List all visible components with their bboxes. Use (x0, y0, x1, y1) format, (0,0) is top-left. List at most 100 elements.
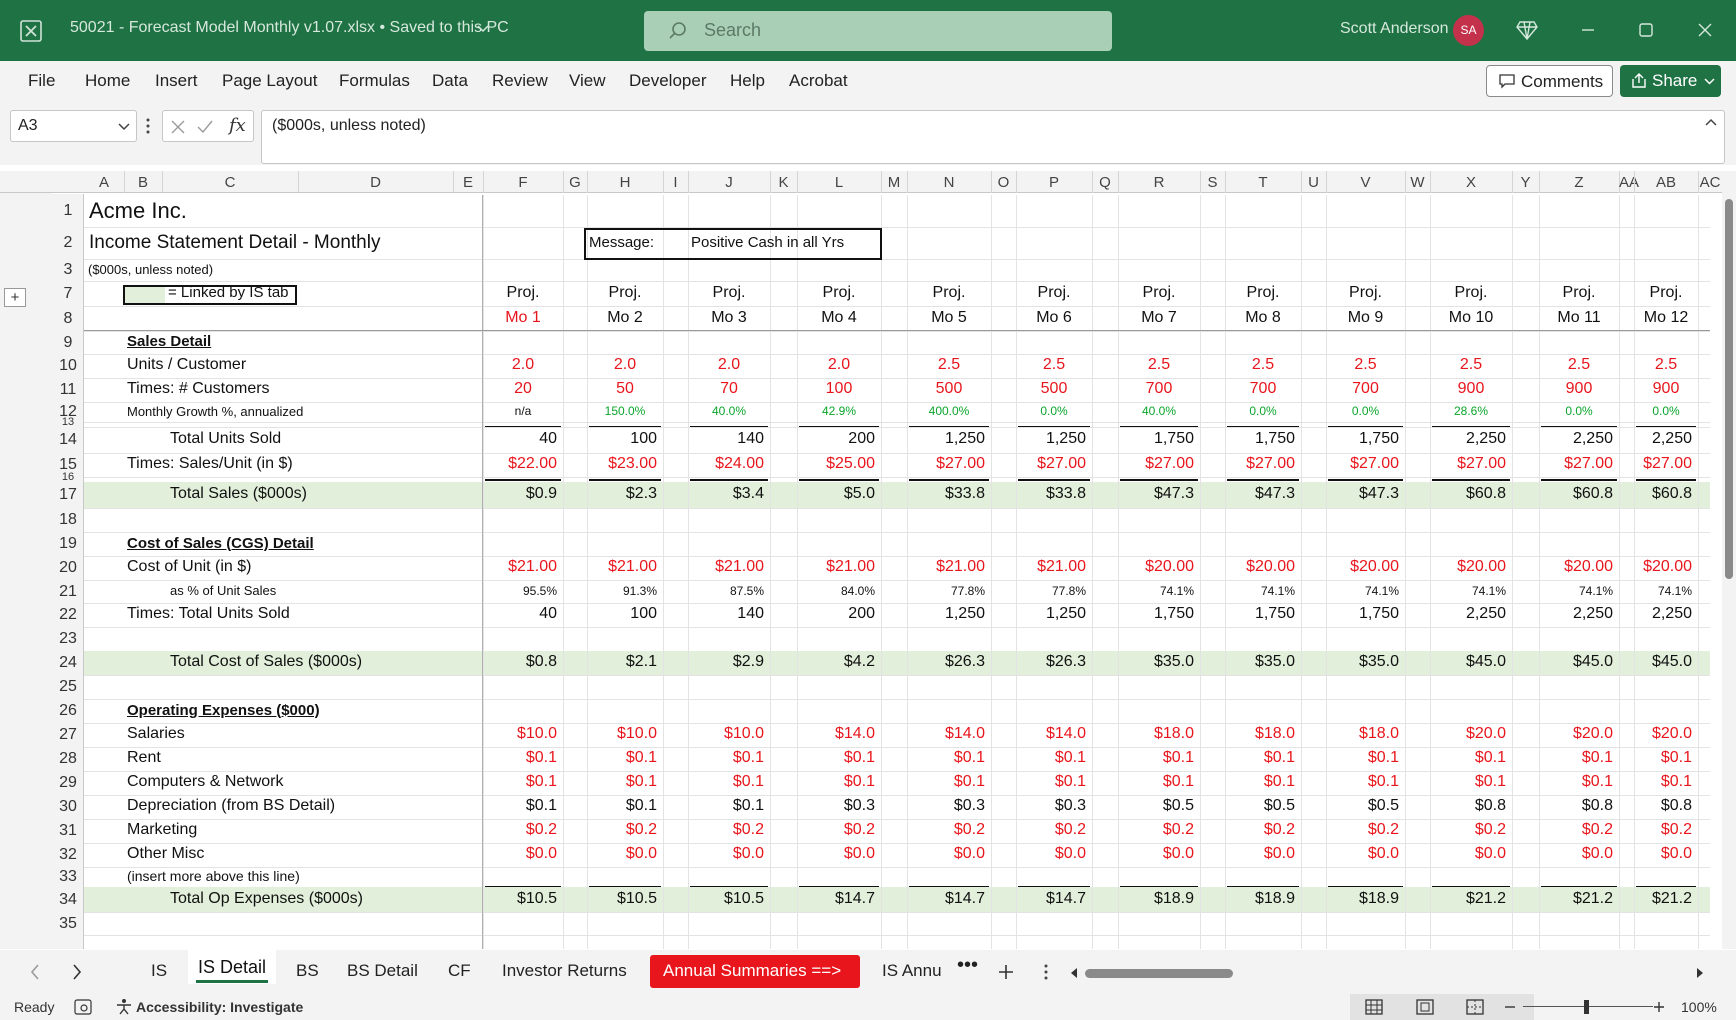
scroll-left-icon[interactable] (30, 964, 40, 980)
value-rent[interactable]: $0.1 (1328, 749, 1399, 767)
vertical-scrollbar-thumb[interactable] (1725, 199, 1733, 579)
value-units-per-customer[interactable]: 2.5 (1539, 356, 1619, 374)
column-header[interactable]: K (770, 174, 797, 191)
row-label-units-per-customer[interactable]: Units / Customer (127, 356, 487, 374)
column-header[interactable]: U (1301, 174, 1326, 191)
value-salaries[interactable]: $20.0 (1541, 725, 1613, 743)
value-times-total-units[interactable]: 140 (690, 605, 764, 623)
value-computers[interactable]: $0.1 (1227, 773, 1295, 791)
more-options-icon[interactable] (146, 118, 150, 134)
comments-button[interactable]: Comments (1486, 65, 1613, 97)
period-month-label[interactable]: Mo 4 (797, 309, 881, 327)
value-growth[interactable]: 0.0% (1326, 404, 1405, 418)
value-total-units[interactable]: 1,250 (1018, 430, 1086, 448)
period-month-label[interactable]: Mo 5 (907, 309, 991, 327)
row-header[interactable]: 7 (52, 285, 84, 303)
row-header[interactable]: 23 (52, 630, 84, 648)
value-total-sales[interactable]: $5.0 (799, 485, 875, 503)
value-cost-of-unit[interactable]: $21.00 (1018, 558, 1086, 576)
value-depreciation[interactable]: $0.5 (1227, 797, 1295, 815)
value-rent[interactable]: $0.1 (485, 749, 557, 767)
value-cost-of-unit[interactable]: $20.00 (1328, 558, 1399, 576)
row-header[interactable]: 31 (52, 822, 84, 840)
value-other-misc[interactable]: $0.0 (485, 845, 557, 863)
row-header[interactable]: 27 (52, 726, 84, 744)
value-pct-unit-sales[interactable]: 74.1% (1636, 584, 1692, 598)
column-header[interactable]: T (1225, 174, 1301, 191)
value-growth[interactable]: 0.0% (1539, 404, 1619, 418)
value-marketing[interactable]: $0.2 (909, 821, 985, 839)
period-proj-label[interactable]: Proj. (1430, 284, 1512, 302)
row-header[interactable]: 33 (52, 868, 84, 886)
column-header[interactable]: AC (1698, 174, 1722, 191)
value-salaries[interactable]: $18.0 (1227, 725, 1295, 743)
chevron-down-icon[interactable] (118, 123, 130, 131)
value-computers[interactable]: $0.1 (1018, 773, 1086, 791)
value-times-total-units[interactable]: 1,250 (1018, 605, 1086, 623)
message-value[interactable]: Positive Cash in all Yrs (691, 234, 881, 251)
column-header[interactable]: D (298, 174, 453, 191)
row-label-sales-detail[interactable]: Sales Detail (127, 333, 487, 350)
row-header[interactable]: 16 (52, 471, 84, 483)
value-total-opex[interactable]: $21.2 (1541, 890, 1613, 908)
row-label-times-customers[interactable]: Times: # Customers (127, 380, 487, 398)
value-units-per-customer[interactable]: 2.5 (1430, 356, 1512, 374)
tab-is-annual[interactable]: IS Annu (882, 961, 946, 981)
row-header[interactable]: 18 (52, 511, 84, 529)
row-header[interactable]: 25 (52, 678, 84, 696)
column-header[interactable]: I (663, 174, 688, 191)
row-label-cgs-detail[interactable]: Cost of Sales (CGS) Detail (127, 535, 487, 552)
column-header[interactable]: A (84, 174, 124, 191)
value-total-sales[interactable]: $33.8 (909, 485, 985, 503)
share-button[interactable]: Share (1620, 65, 1721, 97)
enter-icon[interactable] (197, 120, 213, 134)
value-marketing[interactable]: $0.2 (1432, 821, 1506, 839)
value-total-cos[interactable]: $26.3 (1018, 653, 1086, 671)
period-proj-label[interactable]: Proj. (688, 284, 770, 302)
row-label-marketing[interactable]: Marketing (127, 821, 487, 839)
message-label[interactable]: Message: (589, 234, 659, 251)
value-depreciation[interactable]: $0.1 (589, 797, 657, 815)
column-header[interactable]: F (483, 174, 563, 191)
row-header[interactable]: 30 (52, 798, 84, 816)
row-header[interactable]: 9 (52, 334, 84, 352)
value-total-cos[interactable]: $26.3 (909, 653, 985, 671)
row-label-times-total-units[interactable]: Times: Total Units Sold (127, 605, 487, 623)
value-total-units[interactable]: 1,750 (1227, 430, 1295, 448)
value-units-per-customer[interactable]: 2.5 (1225, 356, 1301, 374)
value-total-sales[interactable]: $47.3 (1328, 485, 1399, 503)
value-sales-per-unit[interactable]: $27.00 (1120, 455, 1194, 473)
value-total-opex[interactable]: $18.9 (1328, 890, 1399, 908)
user-name[interactable]: Scott Anderson (1340, 20, 1449, 38)
value-marketing[interactable]: $0.2 (799, 821, 875, 839)
column-header[interactable]: J (688, 174, 770, 191)
tab-cf[interactable]: CF (448, 961, 471, 981)
row-header[interactable]: 24 (52, 654, 84, 672)
value-computers[interactable]: $0.1 (1636, 773, 1692, 791)
value-pct-unit-sales[interactable]: 91.3% (589, 584, 657, 598)
value-other-misc[interactable]: $0.0 (1541, 845, 1613, 863)
value-other-misc[interactable]: $0.0 (1018, 845, 1086, 863)
row-label-total-units-sold[interactable]: Total Units Sold (170, 430, 530, 448)
column-header[interactable]: C (162, 174, 298, 191)
value-total-units[interactable]: 200 (799, 430, 875, 448)
menu-acrobat[interactable]: Acrobat (789, 71, 848, 91)
value-cost-of-unit[interactable]: $21.00 (485, 558, 557, 576)
value-times-total-units[interactable]: 2,250 (1541, 605, 1613, 623)
column-header[interactable]: AB (1634, 174, 1698, 191)
value-total-cos[interactable]: $45.0 (1541, 653, 1613, 671)
column-header[interactable]: E (453, 174, 483, 191)
value-rent[interactable]: $0.1 (799, 749, 875, 767)
value-times-total-units[interactable]: 1,750 (1120, 605, 1194, 623)
close-icon[interactable] (1693, 18, 1717, 42)
value-growth[interactable]: n/a (483, 404, 563, 418)
value-computers[interactable]: $0.1 (909, 773, 985, 791)
row-header[interactable]: 17 (52, 486, 84, 504)
value-computers[interactable]: $0.1 (1328, 773, 1399, 791)
value-salaries[interactable]: $10.0 (690, 725, 764, 743)
period-month-label[interactable]: Mo 6 (1016, 309, 1092, 327)
value-total-opex[interactable]: $10.5 (690, 890, 764, 908)
value-total-opex[interactable]: $14.7 (909, 890, 985, 908)
value-depreciation[interactable]: $0.3 (1018, 797, 1086, 815)
row-header[interactable]: 29 (52, 774, 84, 792)
